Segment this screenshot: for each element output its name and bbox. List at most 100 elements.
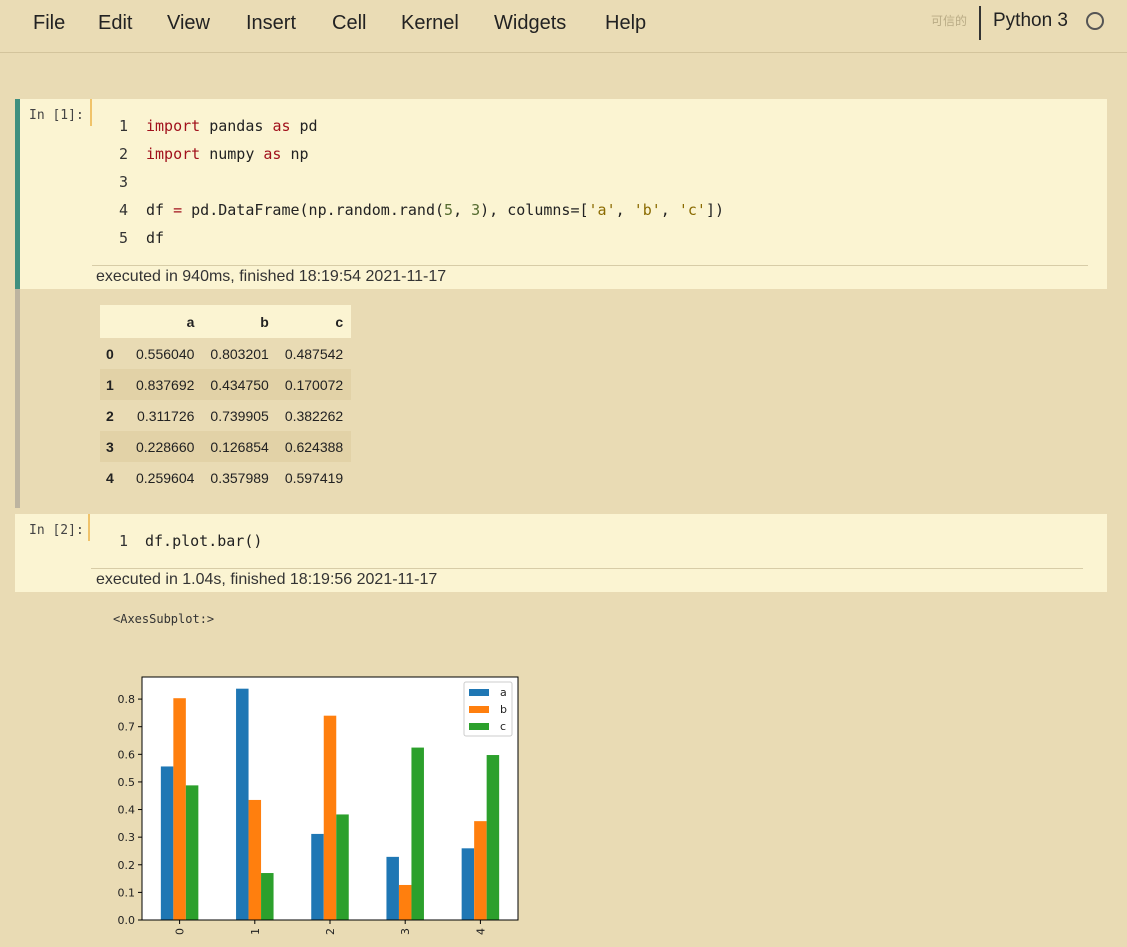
table-cell: 0.311726 [137,407,195,424]
dataframe-table: a b c 0 0.556040 0.803201 0.487542 1 0.837692… [100,305,352,493]
y-tick-label: 0.7 [118,721,136,734]
menu-insert[interactable]: Insert [246,12,296,35]
legend-swatch-a [469,689,489,696]
code-line[interactable]: import numpy as np [146,145,309,163]
row-index: 3 [106,438,114,455]
execution-info: executed in 940ms, finished 18:19:54 202… [96,268,447,285]
exec-divider [91,568,1083,569]
code-cell-1[interactable]: In [1]: 1 import pandas as pd 2 import n… [15,99,1107,289]
x-tick-label: 1 [249,928,262,935]
bar-b-2 [323,715,337,920]
bar-a-0 [160,766,174,920]
y-tick-label: 0.2 [118,859,136,872]
bar-c-0 [185,785,199,920]
table-row: 4 0.259604 0.357989 0.597419 [100,462,351,493]
table-cell: 0.803201 [210,345,269,362]
kernel-idle-icon [1086,12,1104,30]
code-line[interactable]: import pandas as pd [146,117,318,135]
table-cell: 0.357989 [210,469,269,486]
row-index: 2 [106,407,114,424]
bar-a-2 [311,833,324,920]
column-header: a [128,305,203,338]
line-number: 3 [119,173,129,191]
table-row: 2 0.311726 0.739905 0.382262 [100,400,351,431]
table-cell: 0.624388 [284,438,344,455]
bar-c-4 [486,755,500,920]
x-tick-label: 0 [174,928,187,935]
y-tick-label: 0.6 [118,748,136,761]
legend-label: c [500,720,506,733]
menubar: File Edit View Insert Cell Kernel Widget… [0,0,1127,53]
exec-divider [92,265,1088,266]
menu-view[interactable]: View [167,12,210,35]
line-number: 4 [119,201,129,219]
line-number: 1 [119,117,129,135]
menu-edit[interactable]: Edit [98,12,132,35]
column-header: c [276,305,352,338]
legend-label: a [500,686,507,699]
legend-label: b [500,703,507,716]
x-tick-label: 4 [474,928,487,935]
bar-a-1 [236,688,249,920]
kernel-divider [979,6,981,40]
bar-c-2 [336,814,349,920]
bar-c-1 [261,873,274,920]
row-index: 4 [106,469,114,486]
execution-info: executed in 1.04s, finished 18:19:56 202… [96,571,438,588]
y-tick-label: 0.4 [118,804,136,817]
line-number: 2 [119,145,129,163]
legend-swatch-c [469,723,489,730]
index-header [100,305,128,338]
code-line[interactable]: df.plot.bar() [145,532,262,550]
y-tick-label: 0.3 [118,831,136,844]
table-cell: 0.597419 [284,469,344,486]
bar-b-1 [248,799,262,920]
y-tick-label: 0.1 [118,886,136,899]
table-cell: 0.170072 [284,376,344,393]
bar-b-3 [398,884,412,920]
table-cell: 0.382262 [284,407,344,424]
row-index: 1 [106,376,114,393]
table-cell: 0.126854 [210,438,269,455]
table-cell: 0.556040 [136,345,195,362]
row-index: 0 [106,345,114,362]
table-cell: 0.487542 [284,345,344,362]
table-row: 1 0.837692 0.434750 0.170072 [100,369,352,400]
y-tick-label: 0.5 [118,776,136,789]
menu-kernel[interactable]: Kernel [401,12,459,35]
menu-cell[interactable]: Cell [332,12,366,35]
output-text: <AxesSubplot:> [113,612,215,626]
table-cell: 0.228660 [136,438,195,455]
code-line[interactable]: df [146,229,164,247]
input-prompt: In [2]: [29,523,84,538]
prompt-divider [88,514,90,541]
menu-help[interactable]: Help [605,12,646,35]
y-tick-label: 0.8 [118,693,136,706]
table-cell: 0.739905 [210,407,269,424]
input-prompt: In [1]: [29,108,84,123]
column-header: b [202,305,277,338]
bar-c-3 [411,747,424,920]
table-cell: 0.259604 [136,469,195,486]
legend-swatch-b [469,706,489,713]
code-line[interactable]: df = pd.DataFrame(np.random.rand(5, 3), … [146,201,724,219]
trusted-indicator[interactable]: 可信的 [931,12,967,29]
table-cell: 0.434750 [210,376,269,393]
bar-chart: 0.0 0.1 0.2 0.3 0.4 0.5 0.6 0.7 0.8 0 1 2 3 4 abc [118,676,519,935]
table-row: 0 0.556040 0.803201 0.487542 [100,338,351,369]
x-tick-label: 2 [324,928,337,935]
bar-a-3 [386,856,399,920]
code-cell-2[interactable]: In [2]: 1 df.plot.bar() executed in 1.04… [15,514,1107,592]
output-collapse-bar[interactable] [15,289,20,508]
y-tick-label: 0.0 [118,914,136,927]
table-cell: 0.837692 [136,376,195,393]
kernel-name[interactable]: Python 3 [993,10,1068,32]
table-row: 3 0.228660 0.126854 0.624388 [100,431,352,462]
bar-a-4 [461,848,475,920]
line-number: 1 [119,532,129,550]
menu-file[interactable]: File [33,12,65,35]
bar-b-4 [474,821,487,920]
bar-b-0 [173,698,186,920]
x-tick-label: 3 [399,928,412,935]
menu-widgets[interactable]: Widgets [494,12,566,35]
